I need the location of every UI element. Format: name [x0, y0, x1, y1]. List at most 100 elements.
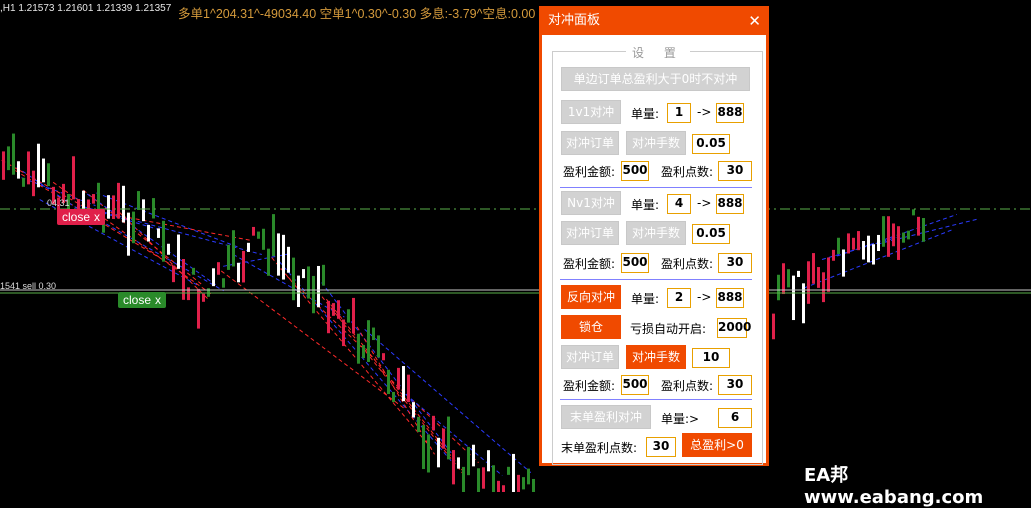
- candle: [832, 249, 835, 261]
- close-x-icon: x: [155, 293, 162, 307]
- candle: [772, 313, 775, 340]
- s3-hedge-lots-button[interactable]: 对冲手数: [626, 345, 686, 369]
- s1-lot-min[interactable]: 1: [667, 103, 691, 123]
- candle: [307, 266, 310, 299]
- s2-lot-min[interactable]: 4: [667, 194, 691, 214]
- s3-hedge-order-button[interactable]: 对冲订单: [561, 345, 619, 369]
- s1-lot-label: 单量:: [631, 107, 660, 121]
- s2-hedge-lots-value[interactable]: 0.05: [692, 224, 730, 244]
- candle: [162, 220, 165, 262]
- candle: [532, 478, 535, 492]
- candle: [797, 270, 800, 277]
- candle: [442, 428, 445, 449]
- candle: [477, 468, 480, 492]
- close-red-button[interactable]: close x: [57, 209, 106, 225]
- separator: [560, 187, 752, 188]
- candle: [822, 272, 825, 303]
- close-icon[interactable]: ✕: [748, 9, 761, 33]
- s2-profit-pts[interactable]: 30: [718, 253, 752, 273]
- candle: [892, 223, 895, 247]
- s3-lot-min[interactable]: 2: [667, 288, 691, 308]
- s2-hedge-order-button[interactable]: 对冲订单: [561, 221, 619, 245]
- candle: [137, 191, 140, 211]
- candle: [487, 450, 490, 472]
- trade-line: [271, 257, 434, 451]
- loss-auto-value[interactable]: 2000: [717, 318, 751, 338]
- candle: [302, 269, 305, 279]
- s3-hedge-lots-value[interactable]: 10: [692, 348, 730, 368]
- s1-hedge-order-button[interactable]: 对冲订单: [561, 131, 619, 155]
- mode-nv1-button[interactable]: Nv1对冲: [561, 191, 621, 215]
- s3-profit-pts[interactable]: 30: [718, 375, 752, 395]
- candle: [397, 367, 400, 390]
- candle: [777, 274, 780, 301]
- candle: [347, 309, 350, 323]
- s2-profit-pts-label: 盈利点数:: [661, 257, 714, 271]
- candle: [472, 444, 475, 467]
- candle: [152, 198, 155, 219]
- level-label-b: 1541 sell 0.30: [0, 281, 57, 291]
- candle: [282, 234, 285, 280]
- candle: [872, 244, 875, 265]
- mode-reverse-button[interactable]: 反向对冲: [561, 285, 621, 309]
- s3-profit-amt[interactable]: 500: [621, 375, 649, 395]
- candle: [417, 416, 420, 433]
- s1-hedge-lots-value[interactable]: 0.05: [692, 134, 730, 154]
- s1-lot-max[interactable]: 888: [716, 103, 744, 123]
- panel-title: 对冲面板: [548, 13, 601, 28]
- candle: [842, 249, 845, 277]
- candle: [222, 278, 225, 288]
- candle: [242, 250, 245, 283]
- candle: [917, 216, 920, 236]
- candle: [377, 335, 380, 358]
- s2-profit-amt[interactable]: 500: [621, 253, 649, 273]
- trade-lines: [1, 159, 979, 476]
- candle: [287, 246, 290, 273]
- candle: [197, 288, 200, 329]
- mode-1v1-button[interactable]: 1v1对冲: [561, 100, 621, 124]
- candle: [172, 265, 175, 283]
- trade-line: [278, 261, 453, 462]
- close-green-label: close: [123, 293, 152, 307]
- candle: [327, 300, 330, 334]
- candle: [367, 320, 370, 362]
- candle: [72, 156, 75, 200]
- candle: [202, 293, 205, 302]
- candle: [372, 327, 375, 341]
- total-profit-button[interactable]: 总盈利>0: [682, 433, 752, 457]
- s1-profit-amt[interactable]: 500: [621, 161, 649, 181]
- s1-profit-pts[interactable]: 30: [718, 161, 752, 181]
- chart-symbol-line: ,H1 1.21573 1.21601 1.21339 1.21357: [0, 3, 172, 14]
- candle: [252, 226, 255, 236]
- s1-hedge-lots-button[interactable]: 对冲手数: [626, 131, 686, 155]
- candle: [827, 257, 830, 292]
- candle: [92, 194, 95, 204]
- s2-arrow: ->: [697, 196, 712, 210]
- candle: [112, 195, 115, 219]
- s4-lot-value[interactable]: 6: [718, 408, 752, 428]
- settings-label: 设 置: [626, 44, 690, 61]
- s2-hedge-lots-button[interactable]: 对冲手数: [626, 221, 686, 245]
- last-order-profit-hedge-button[interactable]: 末单盈利对冲: [561, 405, 651, 429]
- close-green-button[interactable]: close x: [118, 292, 167, 308]
- candle: [2, 151, 5, 180]
- s3-lot-max[interactable]: 888: [716, 288, 744, 308]
- candle: [337, 300, 340, 319]
- no-hedge-when-profit-button[interactable]: 单边订单总盈利大于0时不对冲: [561, 67, 750, 91]
- candle: [12, 133, 15, 175]
- price-chart[interactable]: [0, 0, 1031, 492]
- candle: [467, 446, 470, 476]
- candle: [352, 297, 355, 334]
- last-order-pts-value[interactable]: 30: [646, 437, 676, 457]
- s2-lot-max[interactable]: 888: [716, 194, 744, 214]
- candle: [317, 265, 320, 308]
- candle: [17, 161, 20, 179]
- candle: [837, 237, 840, 255]
- lock-position-button[interactable]: 锁仓: [561, 315, 621, 339]
- close-red-label: close: [62, 210, 91, 224]
- candle: [527, 468, 530, 485]
- candle: [32, 170, 35, 197]
- candle: [912, 209, 915, 216]
- candle: [887, 216, 890, 257]
- candle: [37, 143, 40, 188]
